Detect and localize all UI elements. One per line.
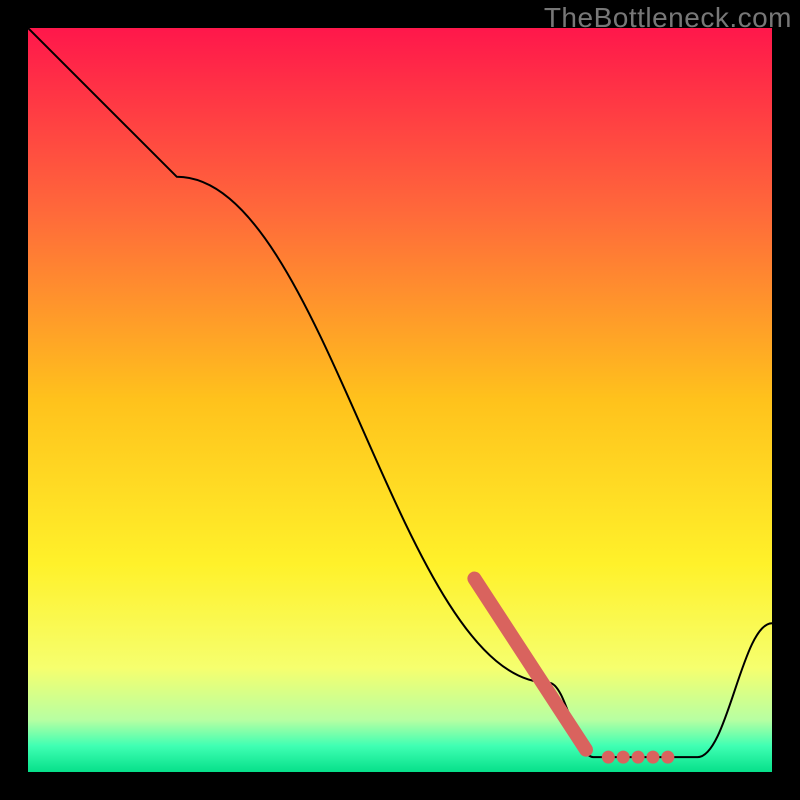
highlight-dot (617, 751, 630, 764)
highlight-dot (632, 751, 645, 764)
highlight-dot (646, 751, 659, 764)
plot-area (28, 28, 772, 772)
chart-frame: TheBottleneck.com (0, 0, 800, 800)
chart-svg (28, 28, 772, 772)
highlight-dot (602, 751, 615, 764)
highlight-dot (661, 751, 674, 764)
watermark-text: TheBottleneck.com (544, 2, 792, 34)
